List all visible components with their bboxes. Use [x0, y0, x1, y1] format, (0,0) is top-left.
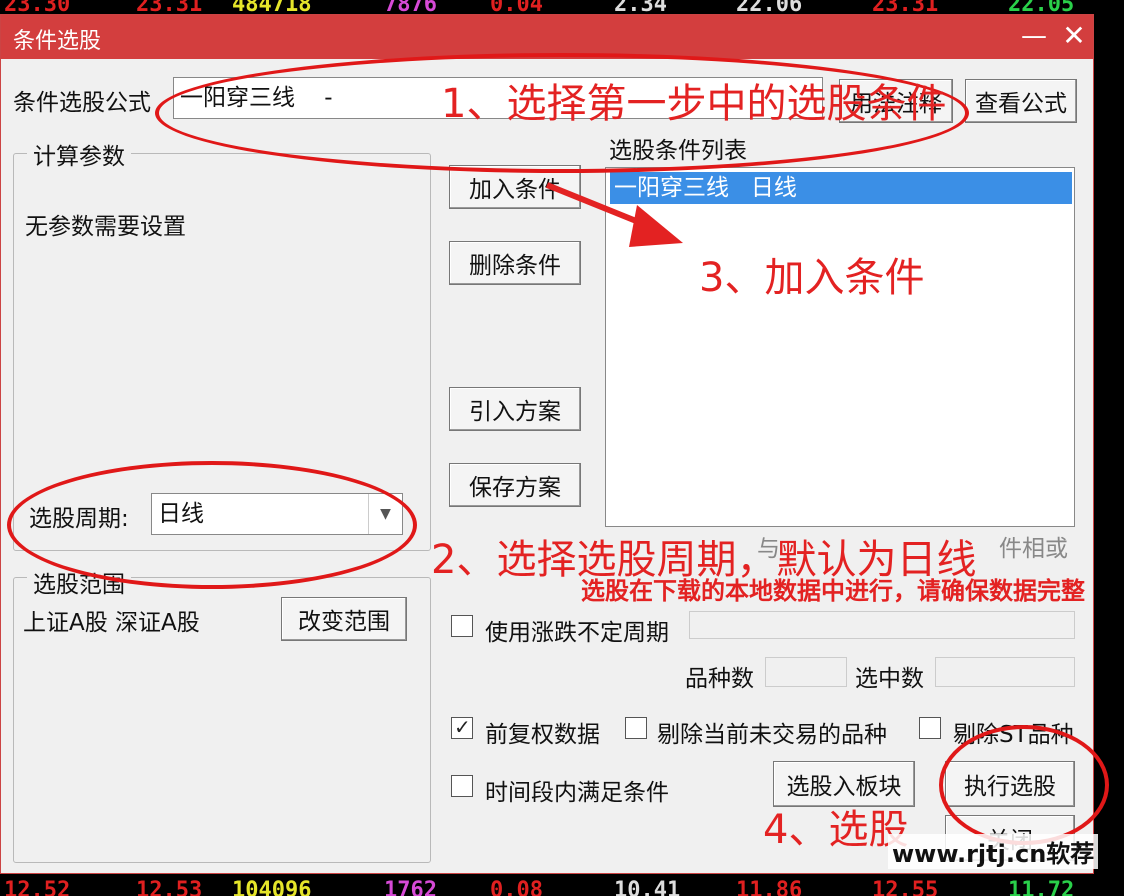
ticker-value: 12.53	[136, 878, 203, 896]
time-range-checkbox[interactable]	[451, 775, 473, 797]
count-label: 品种数	[685, 666, 754, 692]
formula-label: 条件选股公式	[13, 90, 151, 116]
ticker-value: 104096	[232, 878, 312, 896]
annotation-step3: 3、加入条件	[699, 255, 925, 301]
time-range-label: 时间段内满足条件	[485, 780, 669, 806]
pre-adjusted-checkbox[interactable]	[451, 715, 473, 739]
ticker-value: 12.52	[4, 878, 71, 896]
ticker-value: 10.41	[614, 878, 681, 896]
variable-period-checkbox[interactable]	[451, 615, 473, 637]
ticker-value: 11.86	[736, 878, 803, 896]
params-legend: 计算参数	[27, 137, 131, 171]
annotation-ellipse-period	[7, 461, 417, 589]
annotation-ellipse-execute	[939, 725, 1109, 845]
or-radio-label[interactable]: 件相或	[999, 529, 1068, 563]
exclude-st-checkbox[interactable]	[919, 717, 941, 739]
exclude-untraded-label: 剔除当前未交易的品种	[657, 722, 887, 748]
ticker-value: 12.55	[872, 878, 939, 896]
window-title: 条件选股	[13, 29, 102, 54]
import-plan-button[interactable]: 引入方案	[449, 387, 581, 431]
count-field	[765, 657, 847, 687]
annotation-arrow-icon	[545, 182, 683, 247]
selected-count-label: 选中数	[855, 666, 924, 692]
minimize-icon[interactable]: —	[1019, 21, 1049, 51]
ticker-value: 11.72	[1008, 878, 1075, 896]
annotation-step4: 4、选股	[763, 807, 909, 853]
annotation-step1: 1、选择第一步中的选股条件	[441, 81, 947, 127]
change-scope-button[interactable]: 改变范围	[281, 597, 407, 641]
no-params-message: 无参数需要设置	[25, 214, 186, 240]
condition-stock-picker-dialog: 条件选股 — ✕ 条件选股公式 一阳穿三线 - 用法注释 查看公式 计算参数 无…	[0, 14, 1109, 874]
selected-count-field	[935, 657, 1075, 687]
close-icon[interactable]: ✕	[1059, 21, 1089, 51]
exclude-untraded-checkbox[interactable]	[625, 717, 647, 739]
annotation-step2-note: 选股在下载的本地数据中进行，请确保数据完整	[581, 577, 1085, 605]
ticker-value: 1762	[384, 878, 437, 896]
view-formula-button[interactable]: 查看公式	[965, 79, 1077, 123]
pre-adjusted-label: 前复权数据	[485, 722, 600, 748]
variable-period-label: 使用涨跌不定周期	[485, 620, 669, 646]
scope-value: 上证A股 深证A股	[23, 610, 200, 636]
site-watermark: www.rjtj.cn软荐	[888, 834, 1099, 869]
ticker-value: 0.08	[490, 878, 543, 896]
variable-period-field[interactable]	[689, 611, 1075, 639]
ticker-strip-bottom: 12.52 12.53 104096 1762 0.08 10.41 11.86…	[0, 874, 1124, 896]
save-plan-button[interactable]: 保存方案	[449, 463, 581, 507]
